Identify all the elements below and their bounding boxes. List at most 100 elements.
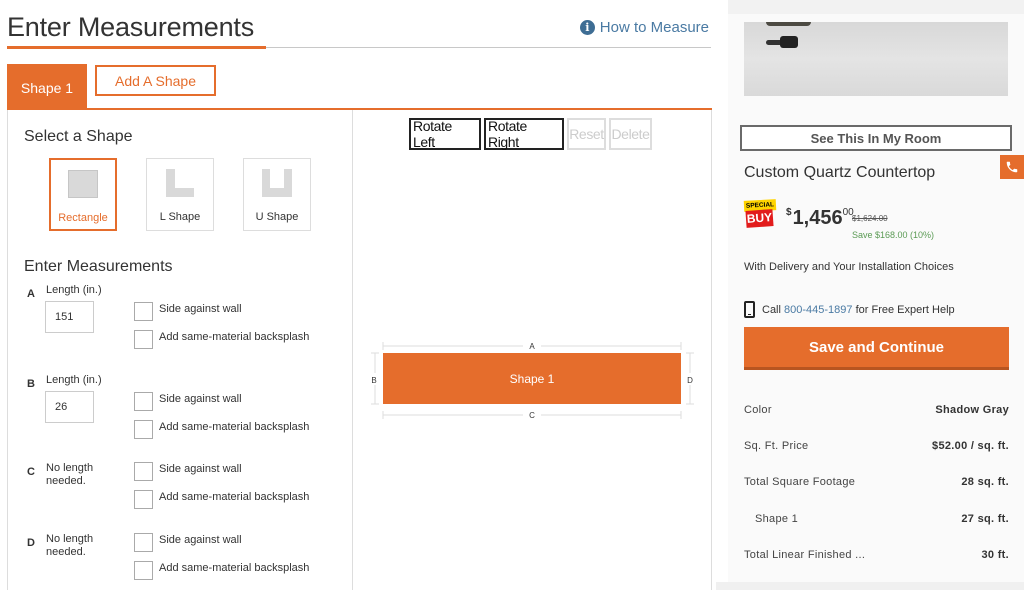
side-d-wall-checkbox[interactable]: Side against wall [134, 533, 242, 552]
side-c-wall-checkbox[interactable]: Side against wall [134, 462, 242, 481]
shape-canvas[interactable]: A C B D Shape 1 [353, 110, 712, 590]
shape-option-label: Rectangle [58, 212, 108, 224]
shape-option-label: L Shape [159, 211, 201, 223]
checkbox-label: Side against wall [159, 303, 242, 315]
spec-row-sqft-price: Sq. Ft. Price $52.00 / sq. ft. [744, 440, 1009, 452]
checkbox-label: Side against wall [159, 463, 242, 475]
sidebar-content: Custom Quartz Countertop SPECIAL BUY $1,… [728, 14, 1024, 582]
bottom-bar [716, 582, 1024, 590]
spec-row-total-sqft: Total Square Footage 28 sq. ft. [744, 476, 1009, 488]
spec-value: $52.00 / sq. ft. [932, 440, 1009, 452]
shape-option-u-shape[interactable]: U Shape [243, 158, 311, 231]
spec-key: Color [744, 404, 772, 416]
spec-value: 27 sq. ft. [961, 513, 1009, 525]
phone-icon [1006, 161, 1018, 173]
spec-value: 28 sq. ft. [961, 476, 1009, 488]
l-shape-icon [165, 169, 195, 199]
no-length-label: No length needed. [46, 462, 94, 487]
checkbox-label: Add same-material backsplash [159, 562, 310, 574]
how-to-measure-link[interactable]: i How to Measure [579, 19, 709, 36]
spec-key: Shape 1 [755, 513, 799, 525]
side-c-backsplash-checkbox[interactable]: Add same-material backsplash [134, 490, 309, 509]
dimension-label-c: C [529, 411, 535, 420]
side-a-length-input[interactable] [45, 301, 94, 333]
checkbox[interactable] [134, 490, 153, 509]
checkbox[interactable] [134, 330, 153, 349]
spec-row-shape-1: Shape 1 27 sq. ft. [744, 513, 1009, 525]
save-and-continue-button[interactable]: Save and Continue [744, 327, 1009, 370]
page-title: Enter Measurements [7, 12, 255, 42]
title-underline [7, 46, 266, 49]
side-a-backsplash-checkbox[interactable]: Add same-material backsplash [134, 330, 309, 349]
checkbox[interactable] [134, 420, 153, 439]
price-main: 1,456 [792, 207, 843, 229]
shape-tabs: Shape 1 Add A Shape [7, 64, 712, 110]
mobile-phone-icon [744, 301, 755, 318]
shape-option-rectangle[interactable]: Rectangle [49, 158, 117, 231]
side-b-length-input[interactable] [45, 391, 94, 423]
delivery-note: With Delivery and Your Installation Choi… [744, 261, 954, 273]
no-length-label: No length needed. [46, 533, 94, 558]
dimension-label-d: D [687, 376, 693, 385]
spec-key: Total Linear Finished ... [744, 549, 866, 561]
measurement-area: Enter Measurements i How to Measure Shap… [0, 0, 716, 590]
select-shape-heading: Select a Shape [24, 128, 133, 145]
side-d-backsplash-checkbox[interactable]: Add same-material backsplash [134, 561, 309, 580]
checkbox-label: Side against wall [159, 534, 242, 546]
savings-text: Save $168.00 (10%) [852, 230, 935, 240]
info-icon: i [579, 20, 595, 35]
spec-value: 30 ft. [981, 549, 1009, 561]
side-letter: A [27, 288, 35, 300]
special-buy-badge: SPECIAL BUY [743, 199, 777, 230]
call-button[interactable] [1000, 155, 1024, 179]
call-prefix: Call [762, 303, 781, 316]
call-suffix: for Free Expert Help [855, 303, 955, 316]
tab-shape-1[interactable]: Shape 1 [7, 64, 87, 110]
currency-symbol: $ [786, 207, 792, 218]
how-to-measure-label: How to Measure [599, 19, 709, 36]
shape-option-label: U Shape [255, 211, 299, 223]
shape-options: Rectangle L Shape U Shape [49, 158, 311, 231]
side-letter: D [27, 537, 35, 549]
side-a-wall-checkbox[interactable]: Side against wall [134, 302, 242, 321]
rectangle-shape-icon [68, 170, 98, 200]
badge-bottom-text: BUY [745, 209, 774, 228]
spec-row-linear-finished: Total Linear Finished ... 30 ft. [744, 549, 1009, 561]
spec-key: Sq. Ft. Price [744, 440, 809, 452]
current-price: $1,45600 [786, 207, 854, 230]
checkbox[interactable] [134, 533, 153, 552]
original-price: $1,624.00 [852, 214, 888, 223]
expert-help-row: Call 800-445-1897 for Free Expert Help [744, 301, 955, 318]
side-b-backsplash-checkbox[interactable]: Add same-material backsplash [134, 420, 309, 439]
checkbox[interactable] [134, 392, 153, 411]
checkbox-label: Side against wall [159, 393, 242, 405]
checkbox[interactable] [134, 462, 153, 481]
page: Enter Measurements i How to Measure Shap… [0, 0, 1024, 590]
side-letter: C [27, 466, 35, 478]
dimension-label-a: A [529, 342, 535, 351]
checkbox-label: Add same-material backsplash [159, 421, 310, 433]
shape-label: Shape 1 [510, 372, 555, 386]
checkbox[interactable] [134, 302, 153, 321]
call-text: Call 800-445-1897 for Free Expert Help [762, 304, 955, 316]
spec-row-color: Color Shadow Gray [744, 404, 1009, 416]
enter-measurements-heading: Enter Measurements [24, 258, 173, 275]
side-letter: B [27, 378, 35, 390]
checkbox-label: Add same-material backsplash [159, 491, 310, 503]
drawing-panel: Rotate Left Rotate Right Reset Delete A … [353, 110, 712, 590]
spec-key: Total Square Footage [744, 476, 856, 488]
checkbox[interactable] [134, 561, 153, 580]
phone-number-link[interactable]: 800-445-1897 [784, 304, 853, 316]
length-label: Length (in.) [46, 374, 102, 386]
length-label: Length (in.) [46, 284, 102, 296]
shape-config-panel: Select a Shape Rectangle L Shape U Shape… [7, 110, 353, 590]
checkbox-label: Add same-material backsplash [159, 331, 310, 343]
product-name: Custom Quartz Countertop [744, 164, 936, 181]
add-shape-button[interactable]: Add A Shape [95, 65, 216, 96]
side-b-wall-checkbox[interactable]: Side against wall [134, 392, 242, 411]
u-shape-icon [262, 169, 292, 199]
dimension-label-b: B [371, 376, 376, 385]
shape-option-l-shape[interactable]: L Shape [146, 158, 214, 231]
spec-value: Shadow Gray [935, 404, 1009, 416]
title-row: Enter Measurements i How to Measure [7, 0, 711, 49]
